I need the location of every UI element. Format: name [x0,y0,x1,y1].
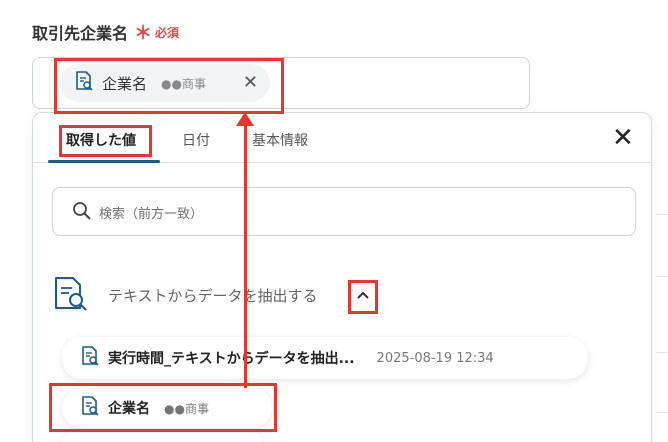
divider [656,214,668,215]
required-mark: ＊ [134,23,153,44]
tab-date[interactable]: 日付 [182,130,210,150]
active-tab-indicator [48,160,160,163]
list-item[interactable] [62,432,262,442]
group-title: テキストからデータを抽出する [108,287,318,305]
annotation-arrow-head [236,112,254,126]
annotation-arrow-line [244,118,247,388]
divider [656,276,668,277]
highlight-box-tab [59,125,152,157]
document-search-icon [80,345,100,371]
search-icon [72,201,92,225]
divider [656,352,668,353]
field-label: 取引先企業名 ＊ 必須 [32,20,179,44]
item-date: 2025-08-19 12:34 [376,350,494,366]
required-badge: ＊ 必須 [134,21,179,43]
highlight-box-toggle [348,280,378,314]
highlight-box-item [49,383,277,432]
close-icon[interactable]: ✕ [612,124,634,152]
field-label-text: 取引先企業名 [32,24,129,43]
search-placeholder: 検索（前方一致） [99,207,204,222]
document-search-icon [52,276,90,316]
list-item[interactable]: 実行時間_テキストからデータを抽出... 2025-08-19 12:34 [62,337,588,379]
divider [656,412,668,413]
tab-basic-info[interactable]: 基本情報 [252,130,308,150]
item-name: 実行時間_テキストからデータを抽出... [108,351,355,367]
required-text: 必須 [155,25,180,40]
highlight-box-chip [54,58,284,114]
